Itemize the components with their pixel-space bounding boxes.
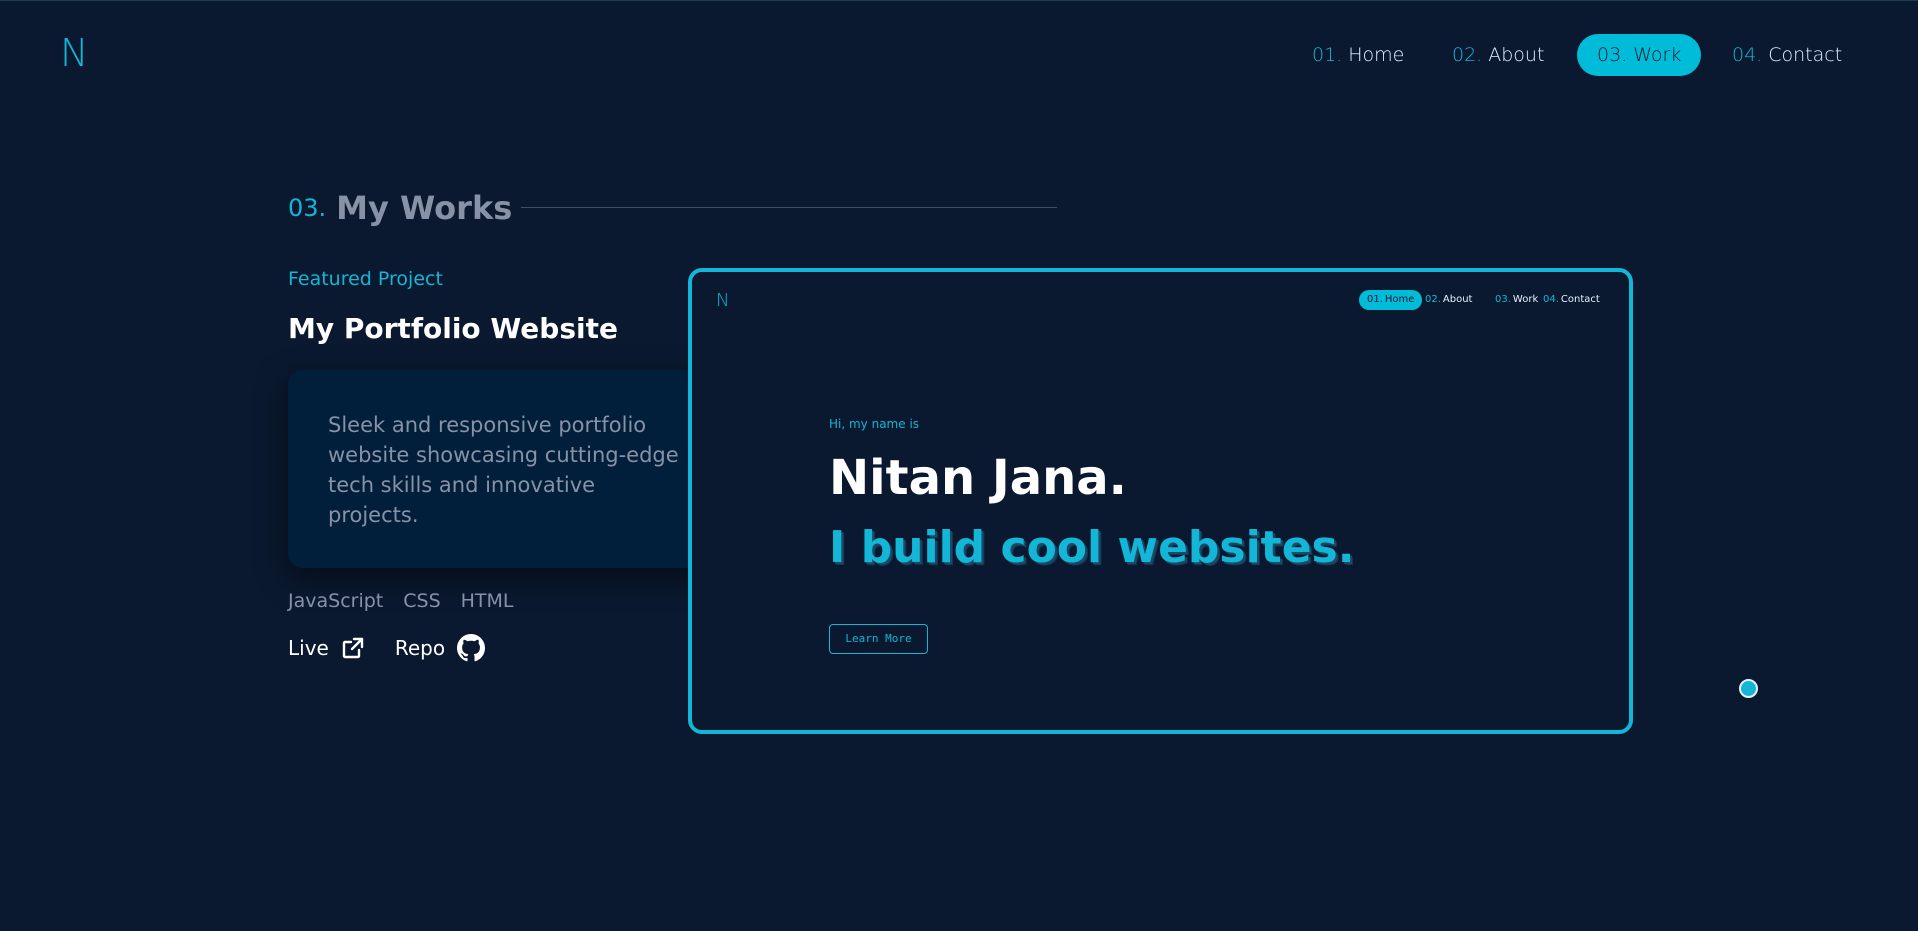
preview-nav-work: 03. Work	[1495, 290, 1538, 310]
github-icon	[457, 634, 486, 662]
preview-tagline: I build cool websites.	[829, 522, 1355, 573]
tech-list: JavaScript CSS HTML	[288, 590, 514, 612]
section-heading: 03. My Works	[288, 186, 512, 230]
nav-label: Home	[1348, 44, 1405, 66]
nav-item-work[interactable]: 03. Work	[1577, 34, 1702, 76]
repo-link[interactable]: Repo	[394, 634, 486, 662]
preview-nav-num: 02.	[1425, 294, 1441, 305]
cursor-dot	[1739, 679, 1758, 698]
nav-num: 01.	[1312, 44, 1343, 66]
live-link-label: Live	[288, 636, 329, 660]
preview-greeting: Hi, my name is	[829, 417, 920, 431]
nav-item-about[interactable]: 02. About	[1452, 34, 1544, 76]
tech-item: HTML	[460, 590, 514, 612]
top-border	[0, 0, 1918, 1]
nav-label: Work	[1633, 44, 1682, 66]
section-divider	[521, 207, 1057, 208]
preview-logo: N	[716, 290, 730, 311]
project-preview-image[interactable]: N 01. Home 02. About 03. Work 04. Contact Hi…	[688, 268, 1633, 734]
nav-item-contact[interactable]: 04. Contact	[1732, 34, 1842, 76]
project-description: Sleek and responsive portfolio website s…	[328, 413, 679, 527]
nav-num: 04.	[1732, 44, 1763, 66]
preview-nav-num: 03.	[1495, 294, 1511, 305]
preview-nav-label: Work	[1512, 294, 1539, 305]
tech-item: CSS	[403, 590, 441, 612]
preview-nav-home: 01. Home	[1359, 290, 1423, 310]
nav-num: 03.	[1597, 44, 1628, 66]
preview-nav-label: About	[1442, 294, 1473, 305]
project-eyebrow: Featured Project	[288, 268, 443, 290]
nav-label: About	[1488, 44, 1545, 66]
preview-nav-label: Home	[1384, 294, 1415, 305]
site-logo[interactable]: N	[60, 34, 88, 72]
preview-nav-num: 04.	[1543, 294, 1559, 305]
project-title: My Portfolio Website	[288, 312, 618, 345]
preview-nav-about: 02. About	[1425, 290, 1472, 310]
preview-nav-num: 01.	[1367, 294, 1383, 305]
preview-learn-more-button: Learn More	[829, 624, 928, 654]
preview-name: Nitan Jana.	[829, 450, 1127, 506]
live-link[interactable]: Live	[288, 636, 365, 660]
repo-link-label: Repo	[394, 636, 446, 660]
section-title: My Works	[336, 189, 513, 227]
nav-num: 02.	[1452, 44, 1483, 66]
external-link-icon	[342, 637, 364, 659]
preview-nav-contact: 04. Contact	[1543, 290, 1600, 310]
section-number: 03.	[288, 194, 327, 222]
project-description-card: Sleek and responsive portfolio website s…	[288, 370, 726, 568]
project-links: Live Repo	[288, 634, 486, 662]
tech-item: JavaScript	[288, 590, 384, 612]
preview-nav-label: Contact	[1560, 294, 1600, 305]
nav-item-home[interactable]: 01. Home	[1312, 34, 1404, 76]
nav-label: Contact	[1768, 44, 1843, 66]
